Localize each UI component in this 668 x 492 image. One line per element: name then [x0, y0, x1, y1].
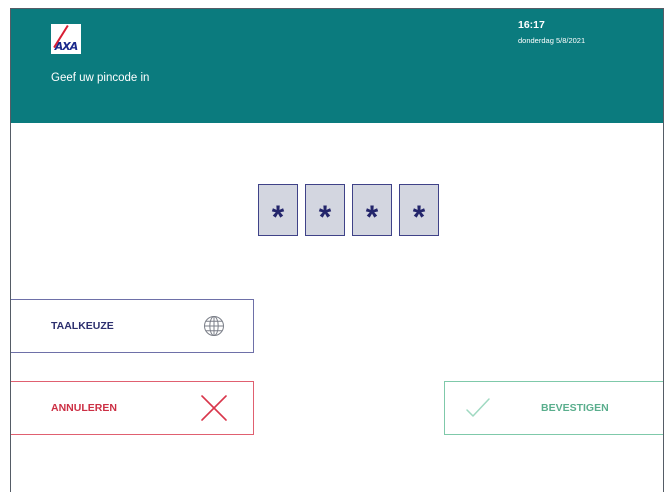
pin-digit-3: *: [352, 184, 392, 236]
pin-digit-4-mask: *: [412, 198, 426, 235]
close-icon: [201, 395, 227, 421]
pin-prompt: Geef uw pincode in: [51, 72, 150, 84]
confirm-button-label: BEVESTIGEN: [541, 402, 609, 414]
language-button[interactable]: TAALKEUZE: [11, 299, 254, 353]
pin-digit-2-mask: *: [318, 198, 332, 235]
globe-icon: [204, 316, 224, 336]
cancel-button[interactable]: ANNULEREN: [11, 381, 254, 435]
pin-digit-3-mask: *: [365, 198, 379, 235]
clock-time: 16:17: [518, 19, 545, 31]
logo-text: AXA: [54, 40, 79, 53]
atm-screen: AXA Geef uw pincode in 16:17 donderdag 5…: [10, 8, 664, 492]
axa-logo: AXA: [51, 24, 81, 54]
pin-digit-1: *: [258, 184, 298, 236]
header-bar: AXA Geef uw pincode in 16:17 donderdag 5…: [11, 9, 663, 123]
pin-digit-4: *: [399, 184, 439, 236]
cancel-button-label: ANNULEREN: [51, 402, 117, 414]
checkmark-icon: [466, 398, 490, 417]
language-button-label: TAALKEUZE: [51, 320, 114, 332]
clock-date: donderdag 5/8/2021: [518, 36, 586, 45]
pin-digit-2: *: [305, 184, 345, 236]
confirm-button[interactable]: BEVESTIGEN: [444, 381, 663, 435]
pin-digit-1-mask: *: [271, 198, 285, 235]
